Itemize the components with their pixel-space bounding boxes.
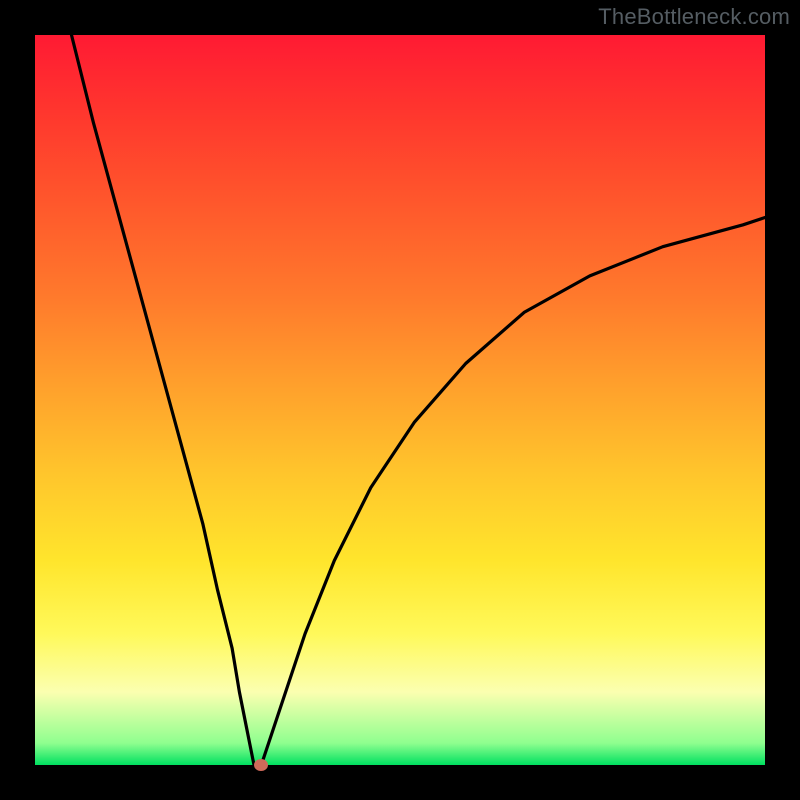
bottleneck-curve-path bbox=[72, 35, 766, 765]
curve-svg bbox=[35, 35, 765, 765]
watermark-text: TheBottleneck.com bbox=[598, 4, 790, 30]
chart-frame: TheBottleneck.com bbox=[0, 0, 800, 800]
minimum-marker bbox=[254, 759, 268, 771]
plot-area bbox=[35, 35, 765, 765]
